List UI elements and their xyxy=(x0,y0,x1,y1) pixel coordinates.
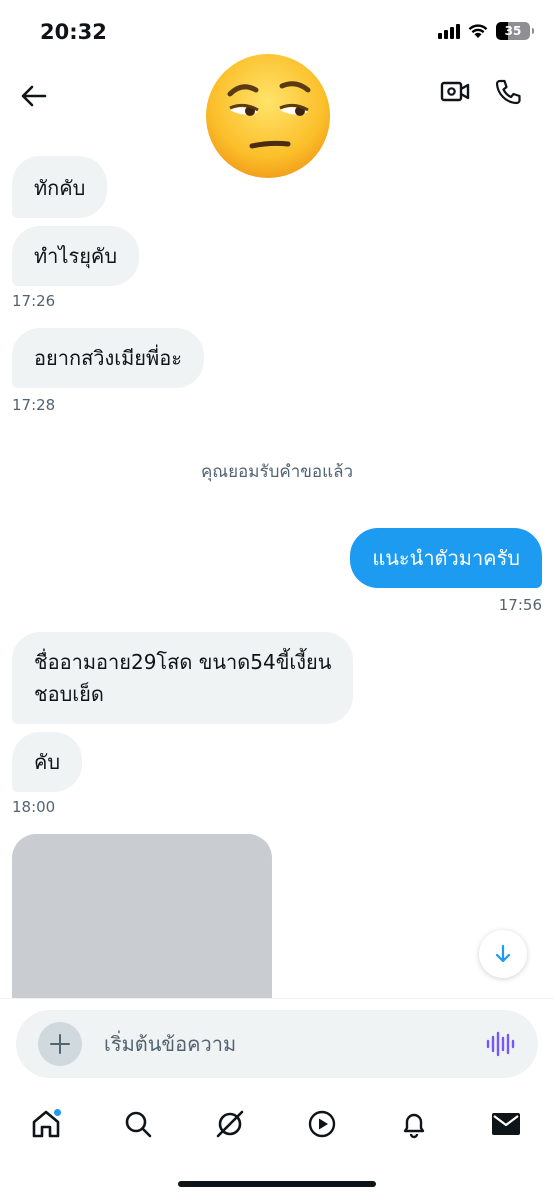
back-arrow-icon xyxy=(21,85,47,107)
message-bubble-incoming[interactable]: ชื่ออามอาย29โสด ขนาด54ขี้เงี้ยน ชอบเย็ด xyxy=(12,632,354,724)
status-time: 20:32 xyxy=(40,20,107,44)
message-composer xyxy=(16,1010,538,1078)
video-call-button[interactable] xyxy=(440,78,476,110)
message-bubble-incoming[interactable]: ทำไรยุคับ xyxy=(12,226,140,286)
grok-icon xyxy=(216,1110,244,1138)
request-accepted-notice: คุณยอมรับคำขอแล้ว xyxy=(200,462,354,482)
voice-message-button[interactable] xyxy=(484,1028,516,1060)
plus-icon xyxy=(50,1034,70,1054)
bell-icon xyxy=(403,1113,425,1139)
nav-grok[interactable] xyxy=(210,1104,250,1144)
message-bubble-outgoing[interactable]: แนะนำตัวมาครับ xyxy=(350,528,542,588)
message-media-attachment[interactable] xyxy=(12,834,272,998)
message-bubble-incoming[interactable]: อยากสวิงเมียพี่อะ xyxy=(12,328,204,388)
avatar-emoji xyxy=(206,54,330,178)
message-timestamp: 18:00 xyxy=(12,798,56,816)
nav-search[interactable] xyxy=(118,1104,158,1144)
back-button[interactable] xyxy=(18,80,50,112)
search-icon xyxy=(125,1111,152,1138)
scroll-to-bottom-button[interactable] xyxy=(479,930,527,978)
video-call-icon xyxy=(440,81,470,102)
nav-notifications[interactable] xyxy=(394,1104,434,1144)
status-icons: 35 xyxy=(438,22,534,40)
message-bubble-incoming[interactable]: ทักคับ xyxy=(12,156,108,218)
home-indicator xyxy=(178,1181,376,1187)
avatar[interactable] xyxy=(204,52,332,180)
battery-level: 35 xyxy=(504,24,522,38)
chevron-down-icon xyxy=(495,944,511,963)
notification-dot xyxy=(53,1108,62,1117)
message-list[interactable]: ทักคับ ทำไรยุคับ 17:26 อยากสวิงเมียพี่อะ… xyxy=(0,154,554,998)
phone-icon xyxy=(495,79,521,105)
nav-home[interactable] xyxy=(26,1104,66,1144)
nav-video[interactable] xyxy=(302,1104,342,1144)
message-timestamp: 17:26 xyxy=(12,292,56,310)
cellular-signal-icon xyxy=(438,23,460,39)
composer-divider xyxy=(0,998,554,999)
voice-waveform-icon xyxy=(486,1031,515,1057)
wifi-icon xyxy=(468,24,488,38)
nav-messages[interactable] xyxy=(486,1104,526,1144)
message-timestamp: 17:28 xyxy=(12,396,56,414)
battery-icon: 35 xyxy=(496,22,534,40)
message-timestamp: 17:56 xyxy=(498,596,542,614)
mail-icon xyxy=(492,1113,520,1135)
add-attachment-button[interactable] xyxy=(38,1022,82,1066)
bottom-navigation xyxy=(0,1096,554,1152)
message-bubble-incoming[interactable]: คับ xyxy=(12,732,83,792)
message-input[interactable] xyxy=(104,1028,464,1060)
video-play-icon xyxy=(308,1110,336,1138)
voice-call-button[interactable] xyxy=(494,78,526,110)
